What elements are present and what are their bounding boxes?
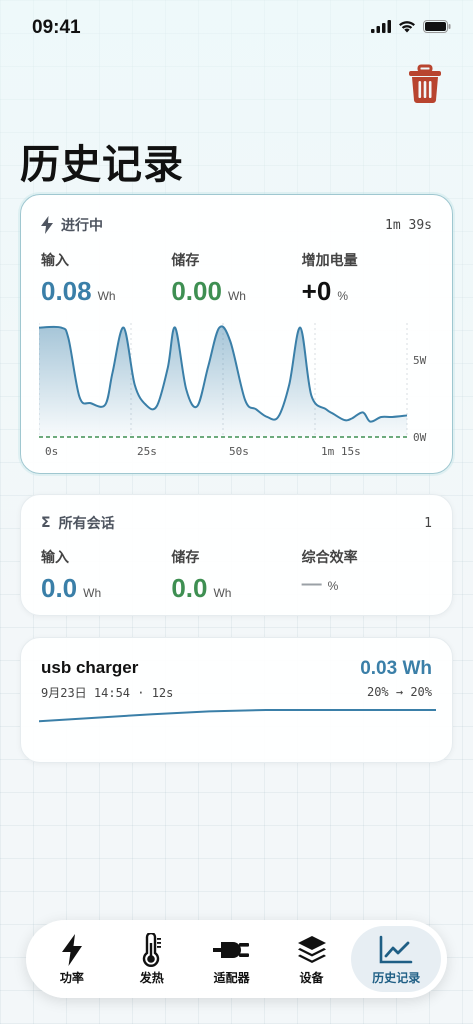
- overall-efficiency: 综合效率 —%: [302, 547, 432, 604]
- total-stored: 储存 0.0 Wh: [171, 547, 301, 604]
- wifi-icon: [399, 21, 415, 33]
- layers-icon: [297, 935, 326, 963]
- thermometer-icon: [142, 932, 161, 967]
- tab-history[interactable]: 历史记录: [351, 926, 442, 992]
- metric-value: 0.0: [41, 573, 78, 603]
- tab-label: 历史记录: [372, 970, 421, 985]
- metric-input: 输入 0.08 Wh: [41, 250, 171, 307]
- tab-label: 适配器: [213, 970, 250, 985]
- tab-adapter[interactable]: 适配器: [192, 926, 272, 992]
- session-card[interactable]: usb charger 9月23日 14:54 · 12s 0.03 Wh 20…: [20, 637, 453, 763]
- delete-history-button[interactable]: [407, 64, 443, 104]
- y-tick-label: 0W: [413, 431, 427, 444]
- cellular-signal-icon: [371, 20, 391, 33]
- bolt-icon: [41, 216, 53, 234]
- metric-stored: 储存 0.00 Wh: [171, 250, 301, 307]
- power-chart: 5W 0W 0s 25s 50s 1m 15s: [38, 315, 451, 460]
- sigma-icon: Σ: [41, 515, 51, 531]
- x-tick-label: 1m 15s: [321, 445, 361, 458]
- metric-unit: Wh: [97, 289, 116, 303]
- metric-unit: Wh: [83, 586, 102, 600]
- power-chart-svg: 5W 0W 0s 25s 50s 1m 15s: [38, 323, 427, 458]
- tab-devices[interactable]: 设备: [272, 926, 352, 992]
- status-time: 09:41: [32, 17, 81, 38]
- status-icons: [371, 20, 451, 33]
- session-meta: 9月23日 14:54 · 12s: [41, 686, 174, 700]
- all-sessions-header: Σ 所有会话 1: [41, 513, 432, 533]
- metric-label: 输入: [41, 252, 69, 268]
- sparkline-path: [39, 709, 436, 723]
- all-sessions-metrics: 输入 0.0 Wh 储存 0.0 Wh 综合效率 —%: [41, 547, 432, 604]
- metric-unit: Wh: [227, 289, 246, 303]
- trash-icon: [409, 64, 441, 103]
- session-name: usb charger: [41, 658, 139, 677]
- tab-label: 发热: [139, 970, 164, 985]
- metric-charge-gain: 增加电量 +0%: [302, 250, 432, 307]
- tab-heat[interactable]: 发热: [112, 926, 192, 992]
- metric-unit: %: [337, 289, 348, 303]
- tab-power[interactable]: 功率: [32, 926, 112, 992]
- y-tick-label: 5W: [413, 354, 427, 367]
- metric-unit: %: [327, 579, 339, 593]
- metric-label: 输入: [41, 549, 69, 565]
- active-session-metrics: 输入 0.08 Wh 储存 0.00 Wh 增加电量 +0%: [41, 250, 432, 307]
- bolt-icon: [61, 933, 82, 966]
- x-tick-label: 50s: [229, 445, 249, 458]
- total-input: 输入 0.0 Wh: [41, 547, 171, 604]
- tab-label: 功率: [59, 970, 84, 985]
- x-tick-label: 25s: [137, 445, 157, 458]
- power-plug-icon: [212, 941, 249, 958]
- metric-value: —: [301, 573, 322, 595]
- status-bar: 09:41: [0, 0, 473, 56]
- session-energy: 0.03 Wh: [360, 658, 432, 679]
- metric-label: 综合效率: [301, 549, 358, 565]
- all-sessions-label: 所有会话: [58, 515, 115, 531]
- active-session-header: 进行中 1m 39s: [41, 215, 432, 235]
- session-count: 1: [424, 515, 432, 531]
- x-tick-label: 0s: [45, 445, 58, 458]
- page-title: 历史记录: [20, 143, 184, 187]
- metric-label: 储存: [171, 549, 200, 565]
- metric-label: 增加电量: [301, 252, 358, 268]
- active-session-label: 进行中: [61, 217, 103, 233]
- metric-unit: Wh: [213, 586, 232, 600]
- metric-value: 0.00: [171, 276, 222, 306]
- battery-icon: [423, 20, 451, 33]
- tab-bar: 功率 发热 适配器 设备 历史记录: [26, 920, 447, 998]
- active-session-card: 进行中 1m 39s 输入 0.08 Wh 储存 0.00 Wh 增加电量 +0% …: [20, 194, 453, 474]
- all-sessions-card: Σ 所有会话 1 输入 0.0 Wh 储存 0.0 Wh 综合效率 —%: [20, 494, 453, 616]
- chart-line-icon: [379, 935, 413, 963]
- tab-label: 设备: [299, 970, 324, 985]
- session-sparkline: [39, 709, 436, 723]
- metric-value: 0.0: [171, 573, 208, 603]
- session-battery-change: 20% → 20%: [366, 685, 432, 699]
- metric-label: 储存: [171, 252, 200, 268]
- metric-value: +0: [301, 276, 332, 306]
- metric-value: 0.08: [41, 276, 92, 306]
- power-area: [39, 326, 407, 437]
- elapsed-time: 1m 39s: [385, 217, 432, 233]
